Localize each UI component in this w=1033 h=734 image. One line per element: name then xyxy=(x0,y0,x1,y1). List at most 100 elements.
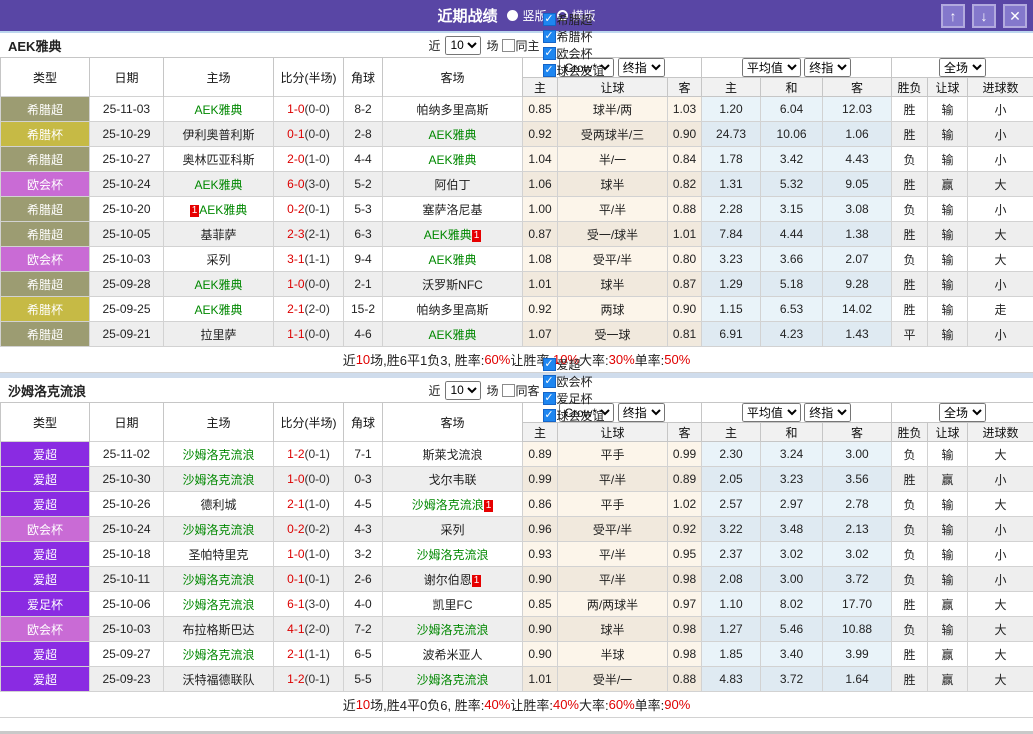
home-team-cell: 沙姆洛克流浪 xyxy=(163,566,274,592)
fulltime-score: 6-0 xyxy=(287,177,305,191)
fulltime-select[interactable]: 全场 xyxy=(939,403,987,422)
team-name: AEK雅典 xyxy=(8,38,62,54)
type-cell: 希腊杯 xyxy=(0,121,90,147)
competition-checkbox[interactable]: ✓ 爱足杯 xyxy=(542,390,605,407)
team-label: 沙姆洛克流浪 xyxy=(182,572,255,587)
home-team-cell: 采列 xyxy=(163,246,274,272)
match-row: 希腊超 25-10-27 奥林匹亚科斯 2-0(1-0) 4-4 AEK雅典 1.04 半/一… xyxy=(0,146,1033,172)
wdl-result: 胜 xyxy=(891,296,929,322)
team-name: 沙姆洛克流浪 xyxy=(8,383,87,399)
type-cell: 爱超 xyxy=(0,566,90,592)
wdl-result: 胜 xyxy=(891,466,929,492)
col-avg-away: 客 xyxy=(822,77,893,97)
competition-checkbox[interactable]: ✓ 希腊杯 xyxy=(542,28,605,45)
date-cell: 25-09-27 xyxy=(89,641,164,667)
move-down-button[interactable]: ↓ xyxy=(972,4,996,28)
games-count-select[interactable]: 10 xyxy=(445,35,482,55)
col-avg-away: 客 xyxy=(822,422,893,442)
fulltime-select[interactable]: 全场 xyxy=(939,58,987,77)
same-venue-checkbox[interactable]: 同客 xyxy=(501,382,540,399)
halftime-score: (1-1) xyxy=(304,647,330,661)
avg-home-odds: 1.10 xyxy=(701,591,762,617)
close-icon: ✕ xyxy=(1009,7,1021,24)
average-select[interactable]: 平均值 xyxy=(741,403,801,422)
summary-stat-value: 90% xyxy=(664,697,691,712)
team-label: 凯里FC xyxy=(432,597,473,612)
col-corner: 角球 xyxy=(343,402,383,442)
team-label: 帕纳多里高斯 xyxy=(416,102,489,117)
halftime-score: (2-1) xyxy=(304,227,330,241)
goals-result: 大 xyxy=(967,616,1033,642)
score-cell: 1-0(1-0) xyxy=(273,541,344,567)
date-cell: 25-10-06 xyxy=(89,591,164,617)
crow-away-odds: 0.90 xyxy=(666,296,703,322)
halftime-score: (0-1) xyxy=(304,572,330,586)
home-team-cell: AEK雅典 xyxy=(163,271,274,297)
odds-stage-select-1[interactable]: 终指 xyxy=(617,58,665,77)
col-goals: 进球数 xyxy=(967,77,1033,97)
competition-checkbox[interactable]: ✓ 欧会杯 xyxy=(542,45,605,62)
home-team-cell: 沃特福德联队 xyxy=(163,666,274,692)
type-cell: 爱超 xyxy=(0,441,90,467)
summary-stat-value: 40% xyxy=(484,697,511,712)
crow-away-odds: 1.03 xyxy=(666,96,703,122)
halftime-score: (1-0) xyxy=(304,152,330,166)
date-cell: 25-10-18 xyxy=(89,541,164,567)
fulltime-score: 0-2 xyxy=(287,202,305,216)
avg-home-odds: 2.28 xyxy=(701,196,762,222)
results-table: 类型 日期 主场 比分(半场) 角球 客场 Crow* 终指 平均值 终指 全场… xyxy=(0,57,1033,347)
type-cell: 欧会杯 xyxy=(0,516,90,542)
team-label: 沙姆洛克流浪 xyxy=(416,547,489,562)
crow-home-odds: 0.85 xyxy=(522,591,558,617)
fulltime-score: 0-1 xyxy=(287,572,305,586)
competition-checkbox[interactable]: ✓ 球会友谊 xyxy=(542,62,605,79)
avg-home-odds: 4.83 xyxy=(701,666,762,692)
handicap-result: 输 xyxy=(927,566,969,592)
date-cell: 25-10-30 xyxy=(89,466,164,492)
date-cell: 25-10-27 xyxy=(89,146,164,172)
wdl-result: 胜 xyxy=(891,121,929,147)
fulltime-score: 0-2 xyxy=(287,522,305,536)
score-cell: 2-1(1-1) xyxy=(273,641,344,667)
score-cell: 2-3(2-1) xyxy=(273,221,344,247)
competition-checkbox[interactable]: ✓ 欧会杯 xyxy=(542,373,605,390)
competition-checkbox[interactable]: ✓ 希腊超 xyxy=(542,11,605,28)
fulltime-score: 2-1 xyxy=(287,497,305,511)
avg-away-odds: 3.02 xyxy=(822,541,893,567)
near-label: 近 xyxy=(428,38,441,53)
match-row: 爱超 25-10-11 沙姆洛克流浪 0-1(0-1) 2-6 谢尔伯恩 1 0.90 平/半 0… xyxy=(0,566,1033,592)
away-team-cell: 凯里FC xyxy=(382,591,523,617)
average-select[interactable]: 平均值 xyxy=(741,58,801,77)
type-cell: 爱超 xyxy=(0,491,90,517)
odds-stage-select-2[interactable]: 终指 xyxy=(804,58,852,77)
avg-home-odds: 24.73 xyxy=(701,121,762,147)
col-date: 日期 xyxy=(89,57,164,97)
avg-away-odds: 1.38 xyxy=(822,221,893,247)
col-crow-handicap: 让球 xyxy=(557,77,668,97)
same-venue-checkbox[interactable]: 同主 xyxy=(501,37,540,54)
crow-home-odds: 0.93 xyxy=(522,541,558,567)
type-cell: 爱超 xyxy=(0,466,90,492)
competition-filters: ✓ 爱超 ✓ 欧会杯 ✓ 爱足杯 ✓ 球会友谊 xyxy=(542,356,605,424)
match-row: 欧会杯 25-10-24 沙姆洛克流浪 0-2(0-2) 4-3 采列 0.96 受平/半 0.… xyxy=(0,516,1033,542)
away-team-cell: 沙姆洛克流浪 xyxy=(382,616,523,642)
crow-handicap: 球半 xyxy=(557,271,668,297)
corner-cell: 5-2 xyxy=(343,171,383,197)
close-button[interactable]: ✕ xyxy=(1003,4,1027,28)
checkbox-icon: ✓ xyxy=(542,358,556,371)
competition-checkbox[interactable]: ✓ 爱超 xyxy=(542,356,605,373)
date-cell: 25-10-29 xyxy=(89,121,164,147)
crow-home-odds: 1.00 xyxy=(522,196,558,222)
date-cell: 25-10-11 xyxy=(89,566,164,592)
games-count-select[interactable]: 10 xyxy=(445,380,482,400)
move-up-button[interactable]: ↑ xyxy=(941,4,965,28)
checkbox-icon xyxy=(501,38,515,52)
odds-stage-select-1[interactable]: 终指 xyxy=(617,403,665,422)
crow-handicap: 球半/两 xyxy=(557,96,668,122)
odds-stage-select-2[interactable]: 终指 xyxy=(804,403,852,422)
crow-home-odds: 0.90 xyxy=(522,566,558,592)
competition-checkbox[interactable]: ✓ 球会友谊 xyxy=(542,407,605,424)
goals-result: 小 xyxy=(967,146,1033,172)
type-cell: 希腊超 xyxy=(0,221,90,247)
wdl-result: 负 xyxy=(891,516,929,542)
